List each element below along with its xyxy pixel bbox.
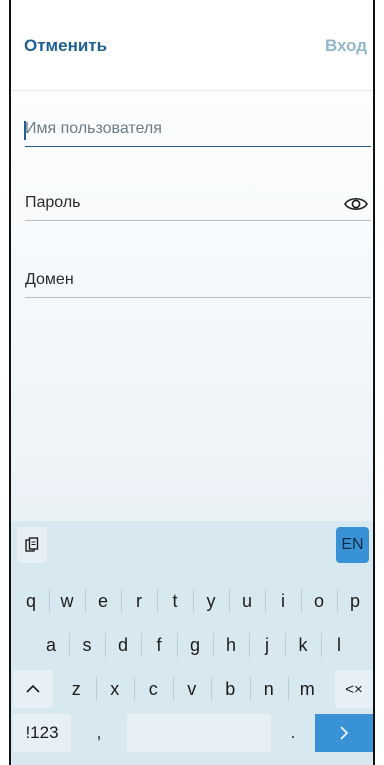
key-l[interactable]: l: [321, 626, 357, 664]
clipboard-icon: [25, 537, 39, 552]
key-x[interactable]: x: [96, 670, 135, 708]
key-o[interactable]: o: [301, 582, 338, 620]
backspace-key[interactable]: <×: [335, 670, 373, 708]
key-p[interactable]: p: [337, 582, 373, 620]
key-c[interactable]: c: [134, 670, 173, 708]
key-v[interactable]: v: [173, 670, 212, 708]
chevron-right-icon: [340, 726, 349, 740]
keyboard-row-2: asdfghjkl: [11, 626, 373, 664]
key-z[interactable]: z: [57, 670, 96, 708]
domain-field[interactable]: Домен: [25, 262, 371, 298]
keyboard-row-1: qwertyuiop: [11, 582, 373, 620]
login-button[interactable]: Вход: [325, 36, 367, 56]
key-n[interactable]: n: [250, 670, 289, 708]
enter-key[interactable]: [315, 714, 373, 752]
key-k[interactable]: k: [285, 626, 322, 664]
header-bar: Отменить Вход: [11, 0, 373, 91]
key-d[interactable]: d: [105, 626, 142, 664]
key-q[interactable]: q: [13, 582, 50, 620]
keyboard-row-4: !123 , .: [11, 714, 373, 752]
domain-label: Домен: [25, 271, 74, 288]
key-s[interactable]: s: [69, 626, 106, 664]
chevron-up-icon: [26, 684, 40, 693]
key-t[interactable]: t: [157, 582, 194, 620]
key-g[interactable]: g: [177, 626, 214, 664]
shift-key[interactable]: [13, 670, 53, 708]
key-w[interactable]: w: [49, 582, 86, 620]
key-f[interactable]: f: [141, 626, 178, 664]
eye-icon[interactable]: [343, 195, 369, 213]
comma-key[interactable]: ,: [75, 714, 123, 752]
key-u[interactable]: u: [229, 582, 266, 620]
cancel-button[interactable]: Отменить: [24, 36, 107, 56]
clipboard-button[interactable]: [17, 527, 47, 563]
username-placeholder: Имя пользователя: [25, 120, 162, 137]
key-h[interactable]: h: [213, 626, 250, 664]
space-key[interactable]: [127, 714, 271, 752]
keyboard-row-3: <× zxcvbnm: [11, 670, 373, 708]
key-e[interactable]: e: [85, 582, 122, 620]
login-screen: Отменить Вход Имя пользователя Пароль До…: [9, 0, 375, 765]
key-i[interactable]: i: [265, 582, 302, 620]
symbols-key[interactable]: !123: [13, 714, 71, 752]
key-j[interactable]: j: [249, 626, 286, 664]
password-field[interactable]: Пароль: [25, 185, 371, 221]
onscreen-keyboard: EN qwertyuiop asdfghjkl <× zxcvbnm !123 …: [11, 521, 373, 765]
language-switch-button[interactable]: EN: [336, 527, 369, 563]
key-a[interactable]: a: [33, 626, 70, 664]
key-b[interactable]: b: [211, 670, 250, 708]
password-label: Пароль: [25, 194, 81, 211]
key-y[interactable]: y: [193, 582, 230, 620]
key-r[interactable]: r: [121, 582, 158, 620]
key-m[interactable]: m: [288, 670, 327, 708]
period-key[interactable]: .: [275, 714, 311, 752]
username-field[interactable]: Имя пользователя: [24, 111, 371, 147]
